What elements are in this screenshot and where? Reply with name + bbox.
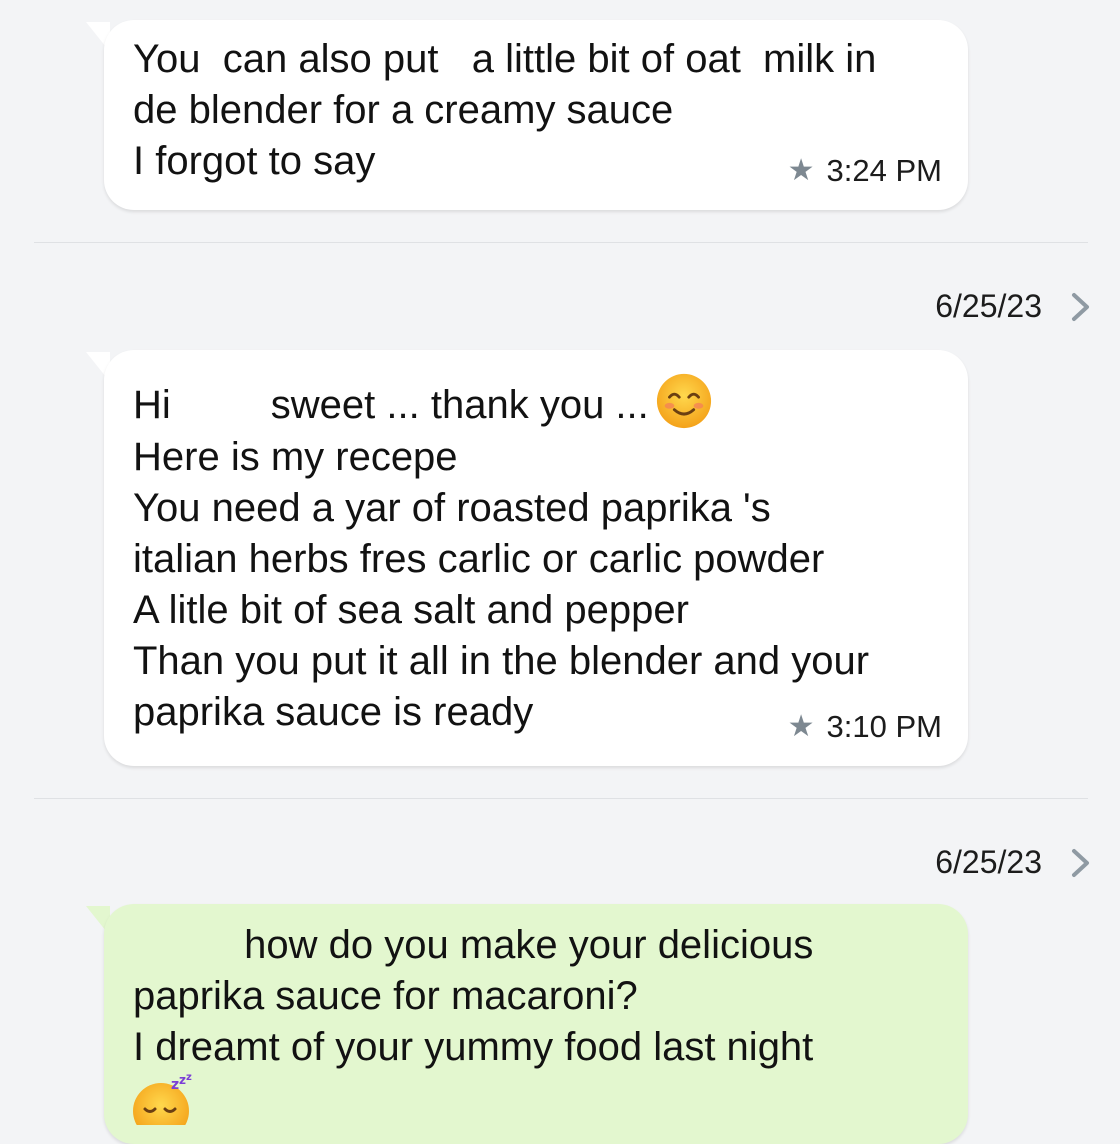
message-text-line: Here is my recepe xyxy=(133,435,458,479)
chevron-right-icon xyxy=(1072,848,1089,877)
message-text-line: You can also put a little bit of oat mil… xyxy=(133,37,877,81)
message-text-line: de blender for a creamy sauce xyxy=(133,88,674,132)
message-text-line: how do you make your delicious xyxy=(133,923,814,967)
svg-text:z: z xyxy=(171,1077,179,1093)
message-meta: ★ 3:24 PM xyxy=(788,145,942,196)
message-greeting: Hi sweet ... thank you ... xyxy=(133,383,649,427)
date-separator[interactable]: 6/25/23 xyxy=(935,288,1094,325)
svg-text:z: z xyxy=(179,1073,186,1087)
message-meta: ★ 3:10 PM xyxy=(788,701,942,752)
chevron-right-icon xyxy=(1072,292,1089,321)
message-text-line: I dreamt of your yummy food last night xyxy=(133,1025,814,1069)
message-bubble-incoming[interactable]: Hi sweet ... thank you ... Here is my re… xyxy=(104,350,968,766)
divider xyxy=(34,242,1088,243)
message-bubble-outgoing[interactable]: how do you make your delicious paprika s… xyxy=(104,904,968,1144)
message-bubble-incoming[interactable]: You can also put a little bit of oat mil… xyxy=(104,20,968,210)
message-time: 3:10 PM xyxy=(826,709,942,744)
smiling-face-icon xyxy=(656,373,711,429)
date-label: 6/25/23 xyxy=(935,288,1042,324)
message-text-line: You need a yar of roasted paprika 's xyxy=(133,486,771,530)
message-text-line: italian herbs fres carlic or carlic powd… xyxy=(133,537,825,581)
date-separator[interactable]: 6/25/23 xyxy=(935,844,1094,881)
message-text-line: Hi sweet ... thank you ... xyxy=(133,372,938,432)
message-text-line: paprika sauce for macaroni? xyxy=(133,974,638,1018)
sleeping-face-icon: z z z xyxy=(133,1073,192,1125)
svg-text:z: z xyxy=(186,1073,192,1083)
star-icon: ★ xyxy=(787,153,815,187)
star-icon: ★ xyxy=(787,709,815,743)
divider xyxy=(34,798,1088,799)
message-time: 3:24 PM xyxy=(826,153,942,188)
message-text-line: A litle bit of sea salt and pepper xyxy=(133,588,689,632)
date-label: 6/25/23 xyxy=(935,844,1042,880)
message-text-line: Than you put it all in the blender and y… xyxy=(133,639,870,683)
